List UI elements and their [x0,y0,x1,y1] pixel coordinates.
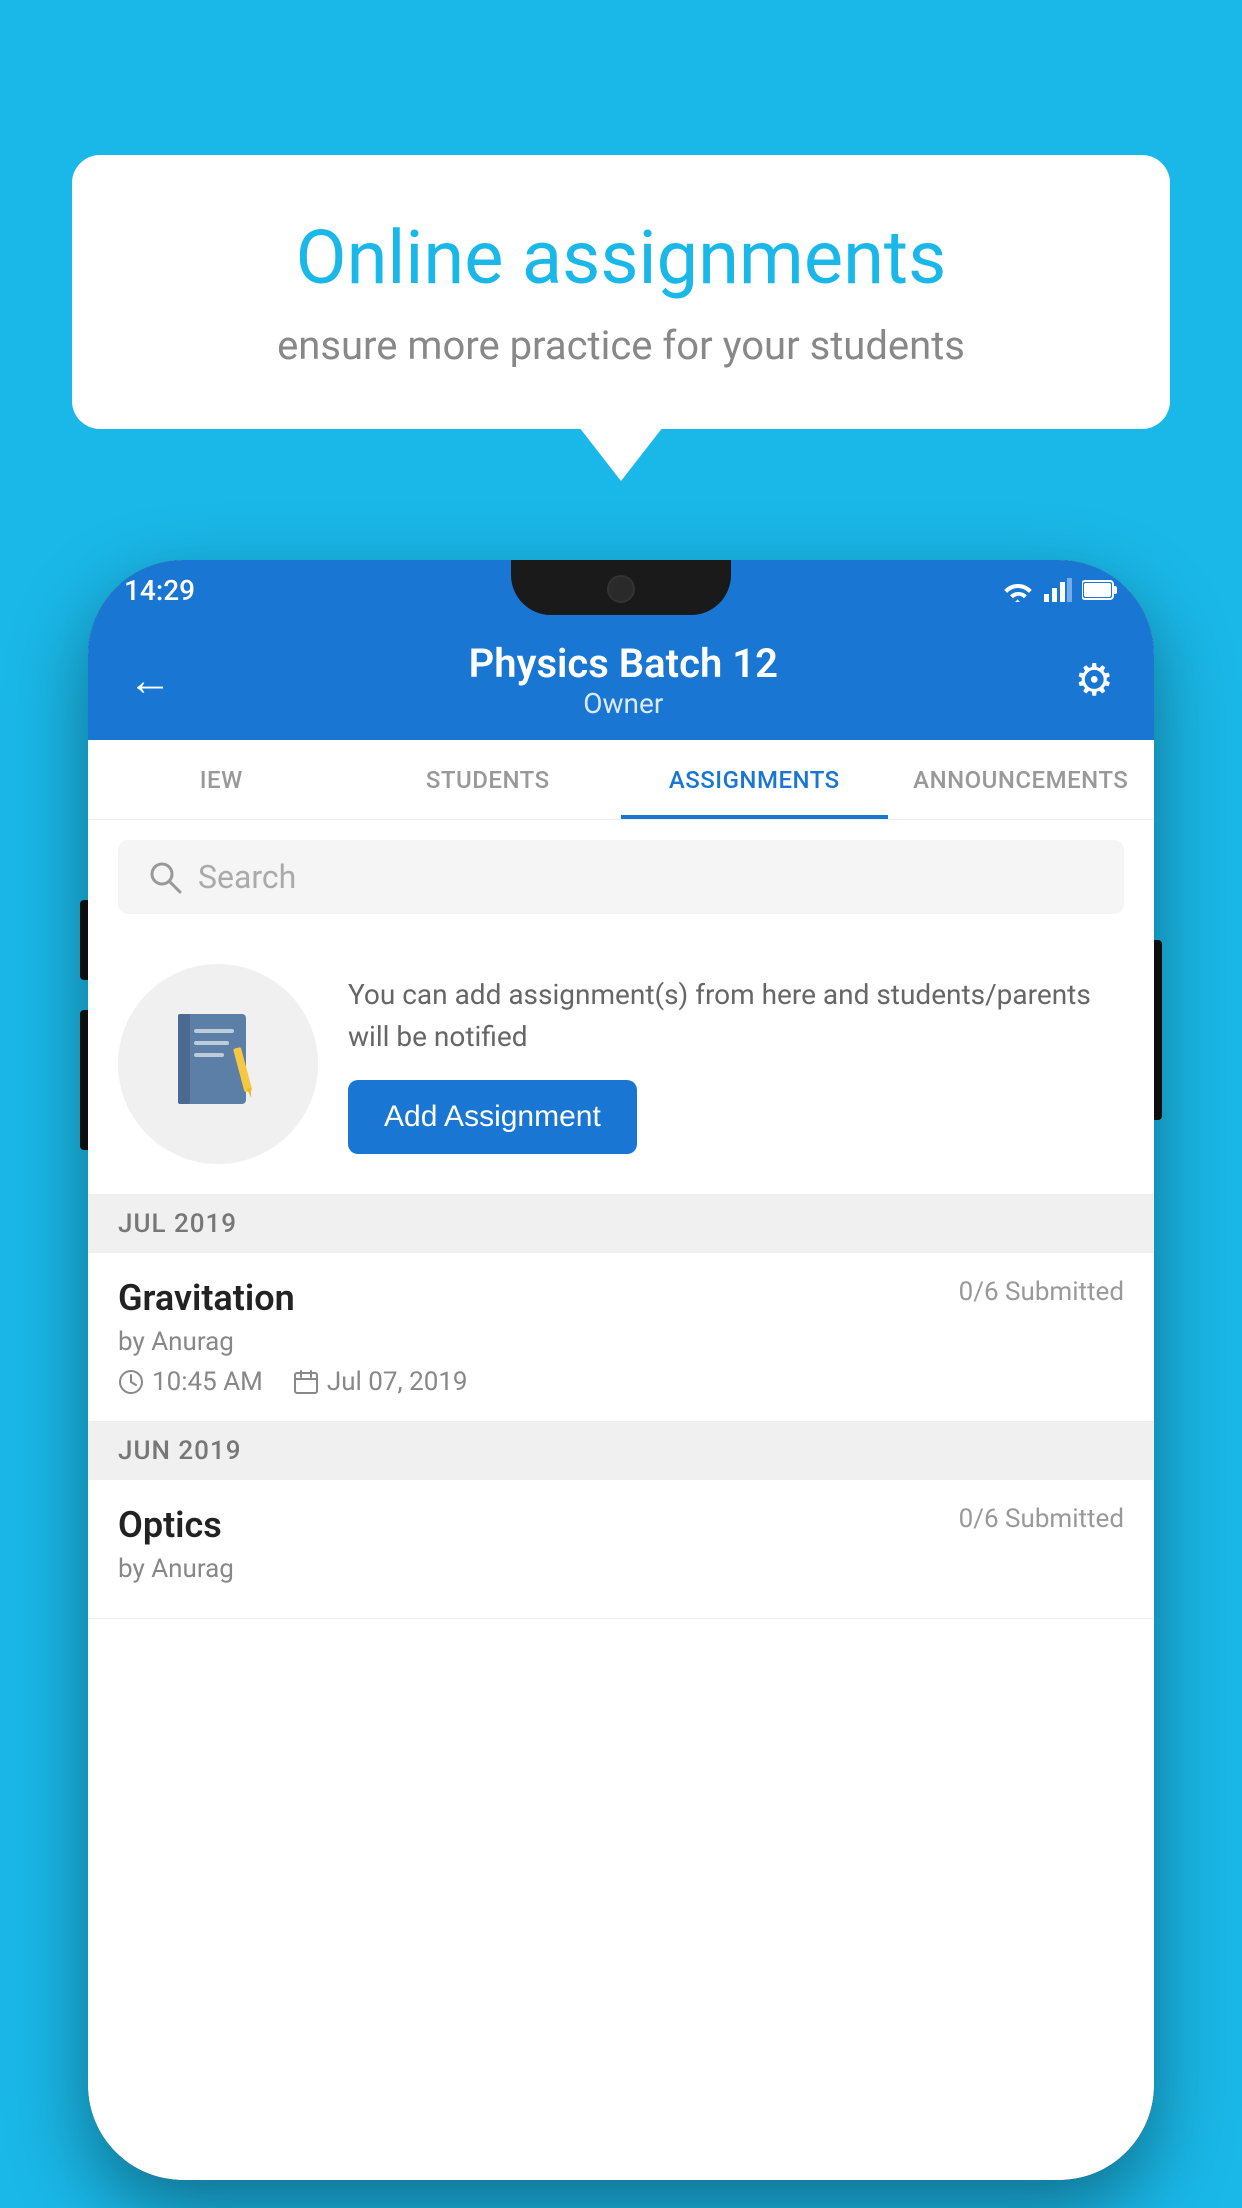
app-bar: ← Physics Batch 12 Owner ⚙ [88,620,1154,740]
status-icons [1002,578,1118,602]
cta-description: You can add assignment(s) from here and … [348,974,1124,1058]
cta-text-group: You can add assignment(s) from here and … [348,974,1124,1154]
tab-overview[interactable]: IEW [88,740,355,819]
speech-bubble-subtitle: ensure more practice for your students [142,322,1100,369]
search-placeholder: Search [198,858,296,896]
assignment-item-gravitation[interactable]: Gravitation 0/6 Submitted by Anurag 10:4… [88,1253,1154,1422]
assignment-time: 10:45 AM [152,1367,263,1397]
phone-notch [511,560,731,615]
assignment-top-optics: Optics 0/6 Submitted [118,1504,1124,1546]
section-header-jun: JUN 2019 [88,1422,1154,1480]
speech-bubble-title: Online assignments [142,215,1100,302]
front-camera [607,575,635,603]
phone-frame: 14:29 [88,560,1154,2180]
assignment-submitted-optics: 0/6 Submitted [959,1504,1124,1534]
app-bar-title-group: Physics Batch 12 Owner [469,640,778,720]
app-bar-title: Physics Batch 12 [469,640,778,687]
meta-date: Jul 07, 2019 [293,1367,468,1397]
settings-icon[interactable]: ⚙ [1075,654,1114,706]
signal-icon [1044,578,1072,602]
notebook-icon [168,1009,268,1119]
assignment-top: Gravitation 0/6 Submitted [118,1277,1124,1319]
battery-icon [1082,579,1118,601]
assignment-meta-gravitation: 10:45 AM Jul 07, 2019 [118,1367,1124,1397]
calendar-icon [293,1369,319,1395]
wifi-icon [1002,578,1034,602]
side-button-power [1154,940,1162,1120]
section-header-jul: JUL 2019 [88,1195,1154,1253]
tabs-bar: IEW STUDENTS ASSIGNMENTS ANNOUNCEMENTS [88,740,1154,820]
assignment-submitted-gravitation: 0/6 Submitted [959,1277,1124,1307]
assignment-by-gravitation: by Anurag [118,1327,1124,1357]
assignment-item-optics[interactable]: Optics 0/6 Submitted by Anurag [88,1480,1154,1619]
cta-section: You can add assignment(s) from here and … [88,934,1154,1195]
assignment-name-gravitation: Gravitation [118,1277,295,1319]
phone-screen: 14:29 [88,560,1154,2180]
assignment-by-optics: by Anurag [118,1554,1124,1584]
app-bar-subtitle: Owner [469,687,778,720]
back-button[interactable]: ← [128,654,172,706]
assignment-name-optics: Optics [118,1504,222,1546]
search-icon [148,860,182,894]
tab-assignments[interactable]: ASSIGNMENTS [621,740,888,819]
content-area: Search [88,820,1154,2180]
clock-icon [118,1369,144,1395]
cta-icon-circle [118,964,318,1164]
assignment-date: Jul 07, 2019 [327,1367,468,1397]
search-bar[interactable]: Search [118,840,1124,914]
tab-students[interactable]: STUDENTS [355,740,622,819]
tab-announcements[interactable]: ANNOUNCEMENTS [888,740,1155,819]
phone-container: 14:29 [88,560,1154,2208]
side-button-volume-down [80,1010,88,1150]
speech-bubble: Online assignments ensure more practice … [72,155,1170,429]
add-assignment-button[interactable]: Add Assignment [348,1080,637,1154]
side-button-volume-up [80,900,88,980]
meta-time: 10:45 AM [118,1367,263,1397]
status-time: 14:29 [124,574,195,607]
speech-bubble-container: Online assignments ensure more practice … [72,155,1170,429]
